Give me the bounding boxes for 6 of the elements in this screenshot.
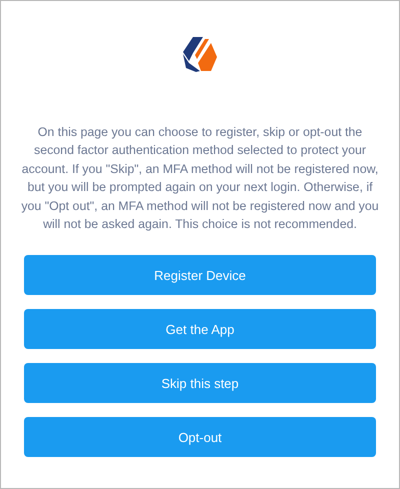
action-button[interactable]: Skip this step (24, 363, 376, 404)
action-button[interactable]: Opt-out (24, 417, 376, 458)
action-button[interactable]: Get the App (24, 309, 376, 350)
logo-icon (183, 35, 217, 73)
description-text: On this page you can choose to register, skip or opt-out the second factor authentication method selected to protect your account. If you "Skip", an MFA method will not be registered now, but you will be prompted again on your next login. Otherwise, if you "Opt out", an MFA method will not be registered now and you will not be asked again. This choice is not recommended. (20, 124, 380, 234)
action-button[interactable]: Register Device (24, 255, 376, 296)
